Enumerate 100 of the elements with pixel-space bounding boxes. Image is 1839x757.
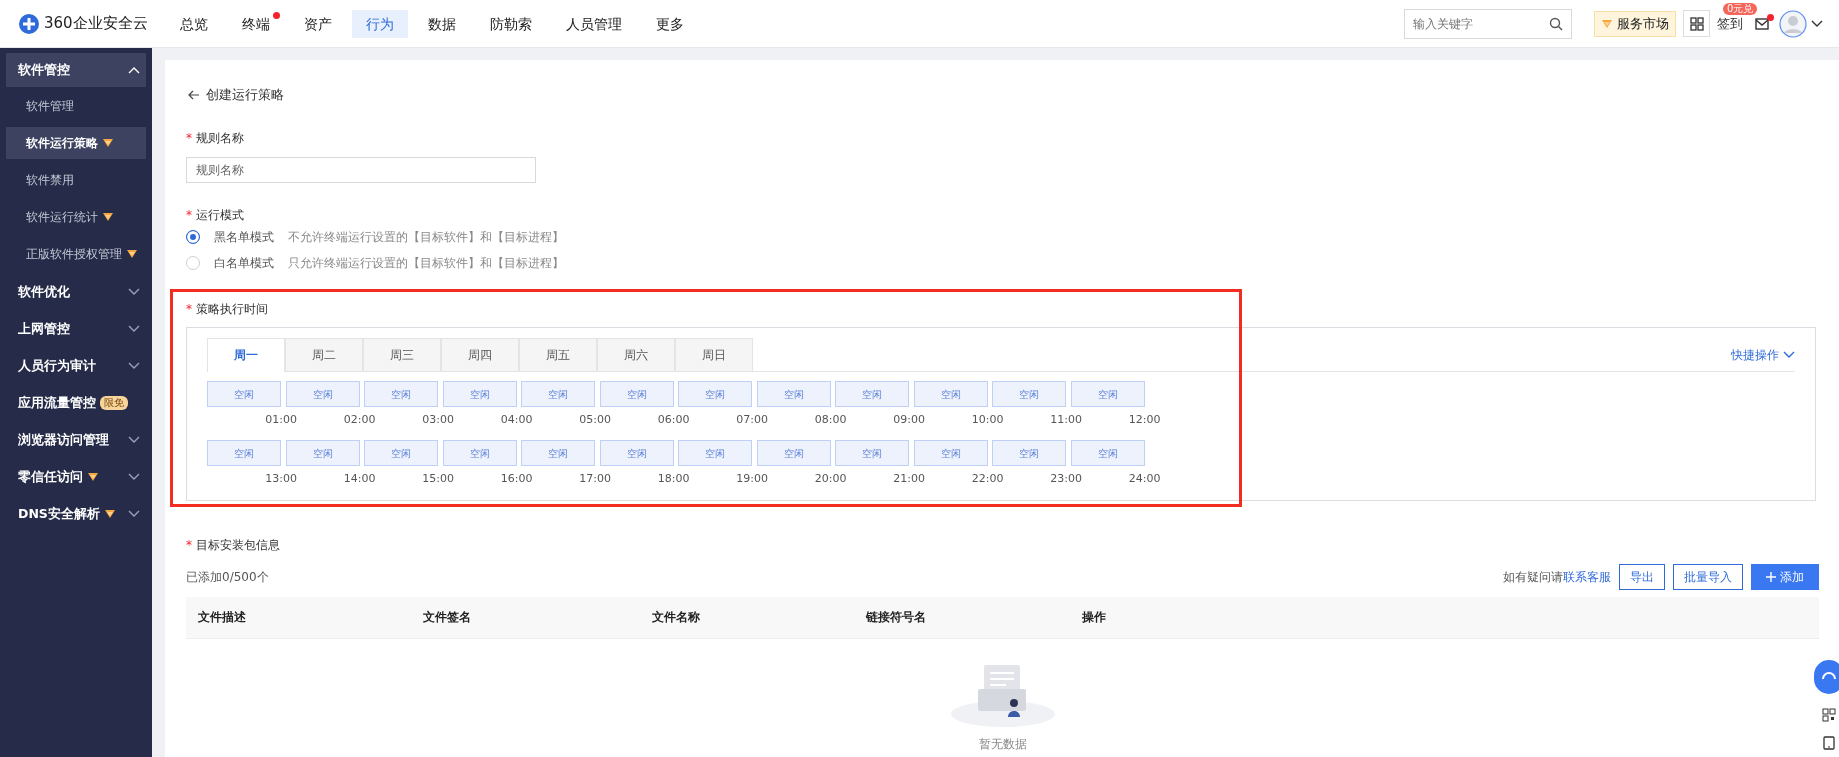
time-slot[interactable]: 空闲 xyxy=(913,440,988,466)
time-slot[interactable]: 空闲 xyxy=(521,381,595,407)
reward-badge: 0元兑 xyxy=(1723,2,1758,15)
help-text: 如有疑问请联系客服 xyxy=(1503,568,1611,586)
field-label: 规则名称 xyxy=(196,129,244,147)
required-mark: * xyxy=(186,301,192,317)
time-slot[interactable]: 空闲 xyxy=(285,381,360,407)
sidebar-group[interactable]: 浏览器访问管理 xyxy=(6,423,146,457)
diamond-icon xyxy=(1601,18,1613,29)
rule-name-field[interactable]: 规则名称 xyxy=(186,157,536,183)
time-slot[interactable]: 空闲 xyxy=(599,440,674,466)
required-mark: * xyxy=(186,130,192,146)
time-slot[interactable]: 空闲 xyxy=(364,381,438,407)
hour-label: 22:00 xyxy=(971,471,1004,485)
hour-label: 18:00 xyxy=(657,471,690,485)
search-field[interactable]: 输入关键字 xyxy=(1404,8,1572,39)
plus-icon xyxy=(1766,572,1776,582)
field-label: 策略执行时间 xyxy=(196,300,268,318)
hour-label: 12:00 xyxy=(1128,412,1161,426)
time-slot[interactable]: 空闲 xyxy=(992,440,1066,466)
time-slot[interactable]: 空闲 xyxy=(442,440,517,466)
time-slot[interactable]: 空闲 xyxy=(207,381,281,407)
time-slot[interactable]: 空闲 xyxy=(285,440,360,466)
time-slot[interactable]: 空闲 xyxy=(1070,381,1145,407)
day-tab[interactable]: 周六 xyxy=(597,338,675,371)
time-slot[interactable]: 空闲 xyxy=(678,381,752,407)
checkin-link[interactable]: 签到 xyxy=(1717,15,1743,31)
time-slot[interactable]: 空闲 xyxy=(521,440,595,466)
hour-label: 04:00 xyxy=(500,412,533,426)
time-slot[interactable]: 空闲 xyxy=(835,440,909,466)
time-slot[interactable]: 空闲 xyxy=(835,381,909,407)
day-tab[interactable]: 周一 xyxy=(207,338,285,372)
time-slot[interactable]: 空闲 xyxy=(913,381,988,407)
diamond-icon xyxy=(87,472,99,482)
day-tab[interactable]: 周二 xyxy=(285,338,363,371)
quick-actions-dropdown[interactable]: 快捷操作 xyxy=(1731,346,1795,364)
hour-label: 05:00 xyxy=(579,412,611,426)
nav-tab[interactable]: 防勒索 xyxy=(476,9,546,38)
nav-tab[interactable]: 数据 xyxy=(414,9,470,38)
sidebar-group[interactable]: 上网管控 xyxy=(6,312,146,346)
diamond-icon xyxy=(102,138,114,148)
mail-icon xyxy=(1755,17,1769,30)
sidebar-item[interactable]: 软件运行策略 xyxy=(6,127,146,159)
time-slot[interactable]: 空闲 xyxy=(1070,440,1145,466)
radio-label: 黑名单模式 xyxy=(214,228,274,246)
time-slot[interactable]: 空闲 xyxy=(364,440,438,466)
nav-tab[interactable]: 人员管理 xyxy=(552,9,636,38)
chevron-down-icon xyxy=(1811,19,1823,28)
sidebar-item[interactable]: 软件管理 xyxy=(6,90,146,122)
action-button[interactable]: 批量导入 xyxy=(1673,564,1743,590)
hour-label: 11:00 xyxy=(1050,412,1082,426)
time-slot[interactable]: 空闲 xyxy=(678,440,752,466)
apps-button[interactable] xyxy=(1683,10,1710,37)
hour-label: 14:00 xyxy=(343,471,376,485)
hour-label: 20:00 xyxy=(814,471,847,485)
time-slot[interactable]: 空闲 xyxy=(599,381,674,407)
required-mark: * xyxy=(186,207,192,223)
day-tab[interactable]: 周日 xyxy=(675,338,753,371)
service-market-button[interactable]: 服务市场 xyxy=(1594,10,1676,37)
sidebar-group[interactable]: 零信任访问 xyxy=(6,460,146,494)
nav-tab[interactable]: 资产 xyxy=(290,9,346,38)
time-slot[interactable]: 空闲 xyxy=(992,381,1066,407)
time-slot[interactable]: 空闲 xyxy=(756,381,831,407)
day-tab[interactable]: 周三 xyxy=(363,338,441,371)
action-button[interactable]: 添加 xyxy=(1751,564,1819,590)
day-tab[interactable]: 周五 xyxy=(519,338,597,371)
chevron-down-icon xyxy=(128,288,140,296)
diamond-icon xyxy=(102,212,114,222)
search-icon xyxy=(1549,16,1563,31)
contact-support-link[interactable]: 联系客服 xyxy=(1563,569,1611,584)
hour-label: 15:00 xyxy=(422,471,454,485)
time-slot[interactable]: 空闲 xyxy=(442,381,517,407)
option-description: 不允许终端运行设置的【目标软件】和【目标进程】 xyxy=(288,228,564,246)
radio-button[interactable] xyxy=(186,230,200,244)
sidebar-item[interactable]: 正版软件授权管理 xyxy=(6,238,146,270)
nav-tab[interactable]: 行为 xyxy=(352,9,408,38)
diamond-icon xyxy=(103,509,116,519)
sidebar-group[interactable]: 软件优化 xyxy=(6,275,146,309)
action-button[interactable]: 导出 xyxy=(1619,564,1665,590)
column-header: 链接符号名 xyxy=(866,610,926,624)
diamond-icon xyxy=(126,249,138,259)
chevron-down-icon xyxy=(128,325,140,333)
time-slot[interactable]: 空闲 xyxy=(756,440,831,466)
notification-dot xyxy=(273,11,280,19)
nav-tab[interactable]: 终端 xyxy=(228,9,284,38)
sidebar-item[interactable]: 软件运行统计 xyxy=(6,201,146,233)
nav-tab[interactable]: 总览 xyxy=(166,9,222,38)
hour-label: 07:00 xyxy=(736,412,768,426)
sidebar-group[interactable]: 软件管控 xyxy=(6,53,146,87)
nav-tab[interactable]: 更多 xyxy=(642,9,698,38)
sidebar-group[interactable]: 人员行为审计 xyxy=(6,349,146,383)
hour-label: 10:00 xyxy=(971,412,1004,426)
chevron-down-icon xyxy=(128,436,140,444)
chevron-down-icon xyxy=(1783,351,1795,359)
sidebar-group[interactable]: DNS安全解析 xyxy=(6,497,146,531)
sidebar-item[interactable]: 软件禁用 xyxy=(6,164,146,196)
sidebar-group[interactable]: 应用流量管控 限免 xyxy=(6,386,146,420)
day-tab[interactable]: 周四 xyxy=(441,338,519,371)
time-slot[interactable]: 空闲 xyxy=(207,440,281,466)
hour-label: 17:00 xyxy=(579,471,611,485)
